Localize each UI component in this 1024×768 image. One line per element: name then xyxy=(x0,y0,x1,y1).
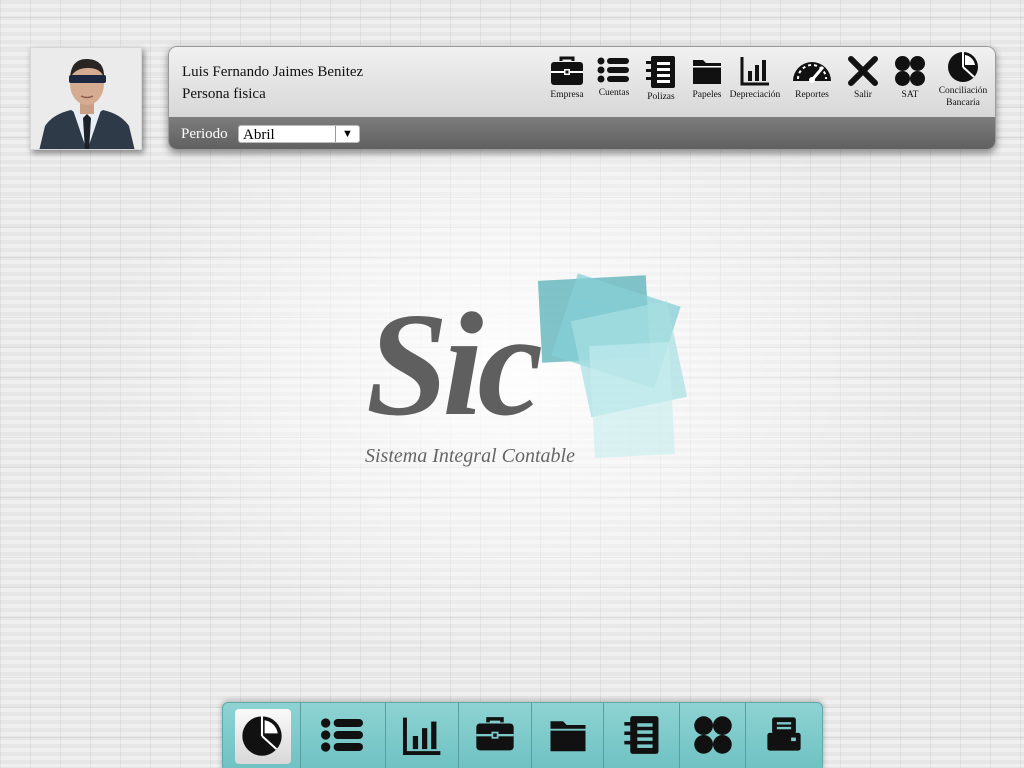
period-bar: Periodo Abril ▼ xyxy=(169,117,995,149)
dock-polizas-button[interactable] xyxy=(604,703,679,768)
bar-chart-icon xyxy=(402,717,441,756)
toolbar-label: Depreciación xyxy=(729,90,781,100)
pie-chart-icon xyxy=(948,52,978,82)
header-top: Luis Fernando Jaimes Benitez Persona fis… xyxy=(169,47,995,117)
bar-chart-icon xyxy=(740,57,769,86)
user-name: Luis Fernando Jaimes Benitez xyxy=(182,64,364,80)
main-toolbar: Empresa Cuentas Polizas Papeles Deprecia… xyxy=(537,52,989,117)
folder-icon xyxy=(550,721,585,752)
user-type: Persona fisica xyxy=(182,86,266,102)
close-icon xyxy=(848,56,878,86)
dock-empresa-button[interactable] xyxy=(459,703,531,768)
folder-icon xyxy=(693,60,721,84)
dock-imprimir-button[interactable] xyxy=(746,703,822,768)
briefcase-icon xyxy=(476,717,514,751)
list-icon xyxy=(597,57,629,83)
four-dots-icon xyxy=(895,56,925,86)
briefcase-icon xyxy=(551,56,583,85)
period-dropdown[interactable]: Abril ▼ xyxy=(238,125,360,143)
dropdown-arrow-icon: ▼ xyxy=(335,126,359,142)
dock-sat-button[interactable] xyxy=(680,703,745,768)
dock-depreciacion-button[interactable] xyxy=(386,703,458,768)
toolbar-depreciacion-button[interactable]: Depreciación xyxy=(725,55,785,101)
dock-cuentas-button[interactable] xyxy=(301,703,385,768)
ledger-icon xyxy=(623,716,658,754)
four-dots-icon xyxy=(693,716,732,754)
dock-conciliacion-button[interactable] xyxy=(223,703,300,768)
logo-subtitle: Sistema Integral Contable xyxy=(365,445,575,467)
bottom-dock xyxy=(222,702,823,768)
header-panel: Luis Fernando Jaimes Benitez Persona fis… xyxy=(168,46,996,150)
toolbar-label: Conciliación Bancaria xyxy=(938,86,988,108)
period-label: Periodo xyxy=(181,126,228,142)
period-value: Abril xyxy=(243,127,275,143)
toolbar-conciliacion-button[interactable]: Conciliación Bancaria xyxy=(933,51,993,109)
dock-papeles-button[interactable] xyxy=(532,703,603,768)
gauge-icon xyxy=(793,62,831,83)
logo-text: Sic xyxy=(366,283,543,447)
list-icon xyxy=(321,718,363,752)
avatar xyxy=(30,47,142,150)
pie-chart-icon xyxy=(241,716,282,756)
ledger-icon xyxy=(646,56,675,88)
printer-icon xyxy=(767,717,801,751)
sic-logo: Sic Sistema Integral Contable xyxy=(362,270,702,480)
